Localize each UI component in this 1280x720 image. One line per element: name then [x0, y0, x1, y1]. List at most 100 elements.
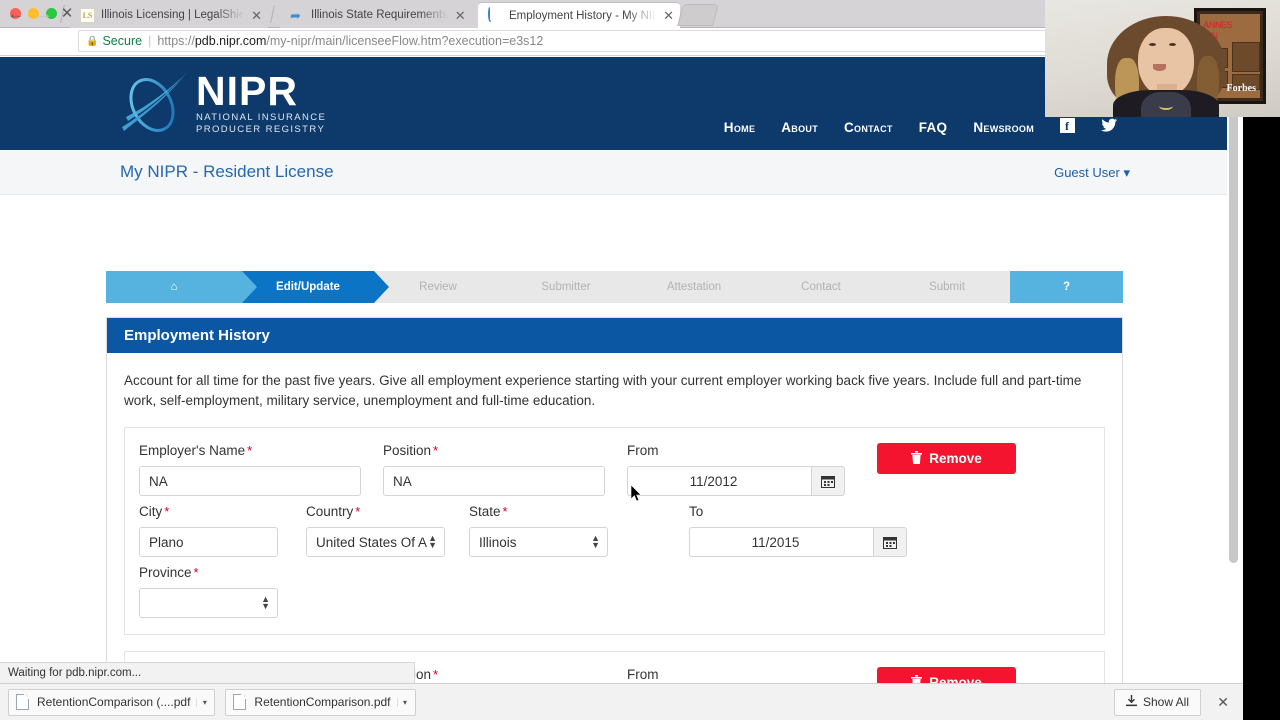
- city-field-group: City * Plano: [139, 504, 278, 557]
- stop-loading-button[interactable]: ✕: [56, 5, 78, 23]
- wizard-step-edit-update[interactable]: Edit/Update: [242, 271, 389, 303]
- employment-entry: Employer's Name * NA Position * NA From …: [124, 427, 1105, 635]
- help-icon: ?: [1062, 281, 1071, 293]
- nav-item-about[interactable]: About: [781, 120, 818, 135]
- forward-button[interactable]: →: [33, 5, 55, 23]
- url-scheme: https://: [157, 34, 195, 48]
- chevron-down-icon[interactable]: ▾: [196, 697, 212, 707]
- download-bar: RetentionComparison (....pdf ▾ Retention…: [0, 683, 1243, 720]
- from-date-input[interactable]: 11/2012: [627, 466, 811, 496]
- to-date-field-group: To 11/2015: [689, 504, 907, 557]
- back-button[interactable]: ←: [5, 5, 27, 23]
- lock-icon: 🔒: [86, 35, 99, 47]
- province-label: Province *: [139, 565, 199, 580]
- country-select[interactable]: United States Of A ▲ ▼: [306, 527, 445, 557]
- position-label: Position*: [383, 667, 439, 682]
- nav-item-contact[interactable]: Contact: [844, 120, 893, 135]
- to-date-wrapper: 11/2015: [689, 527, 907, 557]
- page-viewport: NIPR NATIONAL INSURANCE PRODUCER REGISTR…: [0, 57, 1243, 692]
- nipr-logo[interactable]: NIPR NATIONAL INSURANCE PRODUCER REGISTR…: [118, 65, 326, 141]
- poster-brand-label: Forbes: [1226, 83, 1256, 94]
- state-select[interactable]: Illinois ▲ ▼: [469, 527, 608, 557]
- state-label: State *: [469, 504, 508, 519]
- download-item[interactable]: RetentionComparison (....pdf ▾: [8, 688, 216, 716]
- state-value: Illinois: [479, 534, 517, 550]
- employment-row-1: Employer's Name * NA Position * NA From …: [139, 443, 1090, 496]
- updown-caret-icon: ▲ ▼: [428, 533, 437, 550]
- nav-item-faq[interactable]: FAQ: [919, 120, 948, 135]
- employment-row-2: City * Plano Country * United States Of …: [139, 504, 1090, 557]
- tab-employment-history[interactable]: Employment History - My NIPR ✕: [478, 2, 680, 28]
- position-input[interactable]: NA: [383, 466, 605, 496]
- legalshield-ls-icon: LS: [80, 7, 95, 23]
- updown-caret-icon: ▲ ▼: [261, 594, 270, 611]
- download-icon: [1125, 694, 1137, 710]
- wizard-step-review[interactable]: Review: [374, 271, 502, 303]
- panel-body: Account for all time for the past five y…: [107, 353, 1122, 692]
- trash-icon: [911, 450, 923, 467]
- employment-history-panel: Employment History Account for all time …: [106, 317, 1123, 692]
- wizard-step-attestation[interactable]: Attestation: [630, 271, 758, 303]
- pdf-file-icon: [233, 694, 247, 710]
- page-scrollbar[interactable]: [1227, 58, 1240, 690]
- page-title: My NIPR - Resident License: [120, 162, 334, 181]
- wizard-step-contact[interactable]: Contact: [758, 271, 884, 303]
- close-icon[interactable]: ✕: [455, 9, 466, 22]
- download-item[interactable]: RetentionComparison.pdf ▾: [225, 688, 416, 716]
- panel-instructions: Account for all time for the past five y…: [124, 373, 1082, 408]
- nav-item-home[interactable]: Home: [724, 120, 755, 135]
- wizard-step-label: Contact: [801, 281, 841, 293]
- city-input[interactable]: Plano: [139, 527, 278, 557]
- show-all-label: Show All: [1142, 695, 1189, 709]
- download-filename: RetentionComparison.pdf: [254, 695, 391, 709]
- wizard-progress: ⌂ Edit/Update Review Submitter Attestati…: [106, 271, 1123, 303]
- wizard-step-label: Review: [419, 281, 457, 293]
- scrollbar-thumb[interactable]: [1229, 58, 1238, 563]
- logo-title: NIPR: [196, 68, 298, 114]
- employment-row-3: Province * ▲ ▼: [139, 565, 1090, 618]
- page-content: ⌂ Edit/Update Review Submitter Attestati…: [0, 195, 1230, 692]
- state-field-group: State * Illinois ▲ ▼: [469, 504, 608, 557]
- province-select[interactable]: ▲ ▼: [139, 588, 278, 618]
- url-path: /my-nipr/main/licenseeFlow.htm?execution…: [266, 34, 544, 48]
- wizard-step-submitter[interactable]: Submitter: [502, 271, 630, 303]
- new-tab-button[interactable]: [677, 4, 719, 26]
- close-icon[interactable]: ✕: [251, 9, 262, 22]
- webcam-overlay: ANNES ION Forbes: [1045, 0, 1280, 117]
- close-icon[interactable]: ✕: [663, 9, 674, 22]
- province-field-group: Province * ▲ ▼: [139, 565, 278, 618]
- wizard-step-help[interactable]: ?: [995, 271, 1123, 303]
- logo-subtitle-2: PRODUCER REGISTRY: [196, 124, 326, 135]
- employer-input[interactable]: NA: [139, 466, 361, 496]
- user-menu[interactable]: Guest User ▾: [1054, 165, 1130, 181]
- calendar-icon[interactable]: [811, 466, 845, 496]
- to-date-input[interactable]: 11/2015: [689, 527, 873, 557]
- remove-entry-button[interactable]: Remove: [877, 443, 1016, 474]
- twitter-icon[interactable]: [1101, 118, 1118, 136]
- from-label: From: [627, 667, 659, 682]
- show-all-downloads-button[interactable]: Show All: [1113, 688, 1201, 716]
- employer-label: Employer's Name*: [139, 443, 253, 458]
- address-divider: |: [148, 34, 152, 48]
- address-bar[interactable]: 🔒 Secure | https:// pdb.nipr.com /my-nip…: [78, 30, 1198, 52]
- logo-subtitle-1: NATIONAL INSURANCE: [196, 112, 327, 123]
- primary-navigation: Home About Contact FAQ Newsroom f: [724, 118, 1118, 136]
- status-bubble: Waiting for pdb.nipr.com...: [0, 662, 415, 683]
- webcam-person: [1107, 16, 1225, 117]
- tab-legalshield[interactable]: LS Illinois Licensing | LegalShield ✕: [70, 2, 268, 28]
- close-download-bar-icon[interactable]: ✕: [1217, 694, 1229, 711]
- calendar-icon[interactable]: [873, 527, 907, 557]
- pdf-file-icon: [16, 694, 29, 710]
- download-filename: RetentionComparison (....pdf: [37, 695, 191, 709]
- wizard-step-home[interactable]: ⌂: [106, 271, 257, 303]
- url-host: pdb.nipr.com: [194, 34, 267, 48]
- chevron-down-icon[interactable]: ▾: [396, 697, 413, 707]
- nipr-swoosh-icon: [118, 65, 190, 141]
- nav-item-newsroom[interactable]: Newsroom: [973, 120, 1034, 135]
- facebook-icon[interactable]: f: [1060, 118, 1075, 136]
- tab-illinois-state-requirements[interactable]: ➦ Illinois State Requirements ✕: [280, 2, 478, 28]
- wizard-step-submit[interactable]: Submit: [884, 271, 1010, 303]
- wizard-step-label: Submit: [929, 281, 965, 293]
- tab-title: Employment History - My NIPR: [509, 9, 657, 22]
- updown-caret-icon: ▲ ▼: [591, 533, 600, 550]
